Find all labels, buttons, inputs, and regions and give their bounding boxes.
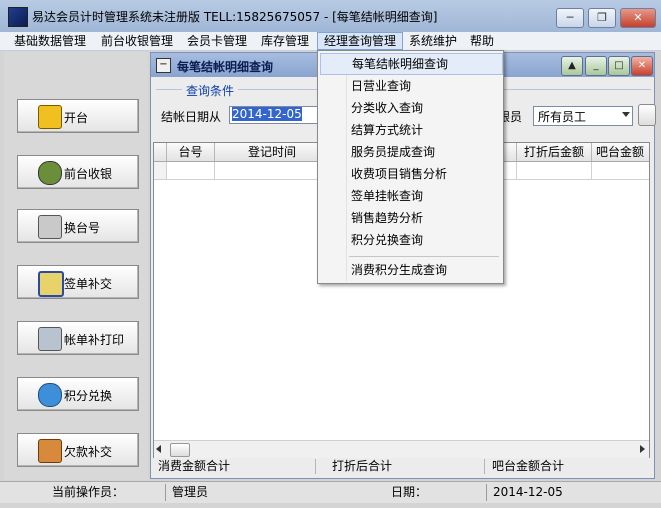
scrollbar-thumb[interactable] bbox=[170, 443, 190, 457]
debt-icon bbox=[38, 439, 62, 463]
menu-item-label: 日营业查询 bbox=[351, 79, 412, 93]
total-discounted-label: 打折后合计 bbox=[329, 459, 485, 474]
grid-header-corner bbox=[154, 143, 167, 161]
window-title-bar[interactable]: 易达会员计时管理系统未注册版 TELL:15825675057 - [每笔结帐明… bbox=[0, 0, 661, 33]
menu-separator bbox=[349, 256, 499, 257]
column-header-bar-amount[interactable]: 吧台金额 bbox=[592, 143, 648, 161]
menu-item-daily-business[interactable]: 日营业查询 bbox=[320, 75, 501, 97]
menu-item-category-income[interactable]: 分类收入查询 bbox=[320, 97, 501, 119]
menu-help[interactable]: 帮助 bbox=[464, 32, 500, 50]
cashier-select-value: 所有员工 bbox=[538, 110, 587, 124]
menu-item-label: 每笔结帐明细查询 bbox=[352, 57, 449, 71]
money-bag-icon bbox=[38, 161, 62, 185]
quick-action-panel: 开台 前台收银 换台号 签单补交 帐单补打印 积分兑换 欠款补交 bbox=[4, 52, 148, 480]
status-separator bbox=[165, 484, 166, 501]
scroll-right-icon[interactable] bbox=[640, 445, 645, 453]
printer-icon bbox=[38, 327, 62, 351]
grid-cell[interactable] bbox=[167, 162, 215, 179]
pen-icon bbox=[38, 215, 62, 239]
grid-cell[interactable] bbox=[215, 162, 330, 179]
open-table-icon bbox=[38, 105, 62, 129]
menu-item-settlement-method[interactable]: 结算方式统计 bbox=[320, 119, 501, 141]
date-from-label: 结帐日期从 bbox=[161, 110, 222, 124]
window-title: 易达会员计时管理系统未注册版 TELL:15825675057 - [每笔结帐明… bbox=[32, 10, 438, 24]
change-table-button[interactable]: 换台号 bbox=[17, 209, 139, 243]
scroll-left-icon[interactable] bbox=[156, 445, 161, 453]
points-exchange-button[interactable]: 积分兑换 bbox=[17, 377, 139, 411]
status-separator bbox=[486, 484, 487, 501]
status-bar: 当前操作员： 管理员 日期： 2014-12-05 bbox=[0, 481, 661, 503]
open-table-button[interactable]: 开台 bbox=[17, 99, 139, 133]
sign-icon bbox=[38, 271, 64, 297]
menu-item-signed-bills[interactable]: 签单挂帐查询 bbox=[320, 185, 501, 207]
manager-query-menu: 每笔结帐明细查询 日营业查询 分类收入查询 结算方式统计 服务员提成查询 收费项… bbox=[317, 50, 504, 284]
change-table-label: 换台号 bbox=[64, 221, 101, 235]
menu-item-label: 分类收入查询 bbox=[351, 101, 424, 115]
grid-cell[interactable] bbox=[592, 162, 648, 179]
menu-item-points-exchange[interactable]: 积分兑换查询 bbox=[320, 229, 501, 251]
menu-bar: 基础数据管理 前台收银管理 会员卡管理 库存管理 经理查询管理 系统维护 帮助 bbox=[0, 32, 661, 51]
total-consumption-label: 消费金额合计 bbox=[155, 459, 316, 474]
menu-item-label: 服务员提成查询 bbox=[351, 145, 436, 159]
reprint-bill-label: 帐单补打印 bbox=[64, 333, 125, 347]
restore-button[interactable]: ❐ bbox=[588, 8, 616, 28]
column-header-table-no[interactable]: 台号 bbox=[167, 143, 215, 161]
child-minimize-button[interactable]: _ bbox=[585, 56, 607, 76]
points-exchange-label: 积分兑换 bbox=[64, 389, 113, 403]
date-from-input[interactable]: 2014-12-05 bbox=[229, 106, 325, 124]
menu-item-sales-trend[interactable]: 销售趋势分析 bbox=[320, 207, 501, 229]
sign-bill-button[interactable]: 签单补交 bbox=[17, 265, 139, 299]
cashier-select[interactable]: 所有员工 bbox=[533, 106, 633, 126]
date-label: 日期： bbox=[391, 485, 428, 499]
child-window-title: 每笔结帐明细查询 bbox=[177, 60, 274, 74]
column-header-register-time[interactable]: 登记时间 bbox=[215, 143, 330, 161]
menu-item-label: 消费积分生成查询 bbox=[351, 263, 448, 277]
open-table-label: 开台 bbox=[64, 111, 89, 125]
column-header-discounted-amount[interactable]: 打折后金额 bbox=[517, 143, 592, 161]
child-scroll-up-button[interactable]: ▲ bbox=[561, 56, 583, 76]
horizontal-scrollbar[interactable] bbox=[154, 440, 649, 458]
menu-item-label: 签单挂帐查询 bbox=[351, 189, 424, 203]
totals-bar: 消费金额合计 打折后合计 吧台金额合计 bbox=[153, 458, 648, 475]
menu-manager-query[interactable]: 经理查询管理 bbox=[317, 32, 404, 50]
reprint-bill-button[interactable]: 帐单补打印 bbox=[17, 321, 139, 355]
menu-member-card[interactable]: 会员卡管理 bbox=[181, 32, 253, 50]
date-value: 2014-12-05 bbox=[493, 485, 563, 499]
front-cashier-label: 前台收银 bbox=[64, 167, 113, 181]
date-from-value: 2014-12-05 bbox=[232, 107, 302, 121]
menu-item-each-settlement[interactable]: 每笔结帐明细查询 bbox=[320, 53, 503, 75]
menu-item-label: 销售趋势分析 bbox=[351, 211, 424, 225]
points-icon bbox=[38, 383, 62, 407]
child-system-icon[interactable]: − bbox=[156, 58, 171, 73]
menu-system-maintenance[interactable]: 系统维护 bbox=[403, 32, 463, 50]
minimize-button[interactable]: ─ bbox=[556, 8, 584, 28]
query-button[interactable] bbox=[638, 104, 656, 126]
operator-value: 管理员 bbox=[172, 485, 209, 499]
menu-item-points-generation[interactable]: 消费积分生成查询 bbox=[320, 259, 501, 281]
menu-item-charge-item-sales[interactable]: 收费项目销售分析 bbox=[320, 163, 501, 185]
chevron-down-icon bbox=[622, 112, 630, 117]
row-indicator bbox=[154, 162, 167, 179]
menu-inventory[interactable]: 库存管理 bbox=[255, 32, 315, 50]
sign-bill-label: 签单补交 bbox=[64, 277, 113, 291]
close-button[interactable]: ✕ bbox=[620, 8, 656, 28]
menu-item-label: 结算方式统计 bbox=[351, 123, 424, 137]
total-bar-amount-label: 吧台金额合计 bbox=[492, 459, 565, 473]
menu-basic-data[interactable]: 基础数据管理 bbox=[8, 32, 92, 50]
grid-cell[interactable] bbox=[517, 162, 592, 179]
debt-payment-label: 欠款补交 bbox=[64, 445, 113, 459]
query-conditions-legend: 查询条件 bbox=[182, 82, 239, 99]
child-close-button[interactable]: ✕ bbox=[631, 56, 653, 76]
debt-payment-button[interactable]: 欠款补交 bbox=[17, 433, 139, 467]
menu-front-cashier[interactable]: 前台收银管理 bbox=[95, 32, 179, 50]
menu-item-label: 积分兑换查询 bbox=[351, 233, 424, 247]
operator-label: 当前操作员： bbox=[52, 485, 125, 499]
menu-item-waiter-commission[interactable]: 服务员提成查询 bbox=[320, 141, 501, 163]
child-maximize-button[interactable]: □ bbox=[608, 56, 630, 76]
menu-item-label: 收费项目销售分析 bbox=[351, 167, 448, 181]
front-cashier-button[interactable]: 前台收银 bbox=[17, 155, 139, 189]
app-icon bbox=[8, 7, 28, 27]
